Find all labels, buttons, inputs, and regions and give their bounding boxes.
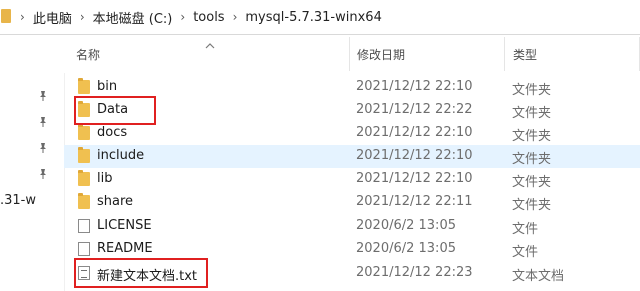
- breadcrumb-local-disk[interactable]: 本地磁盘 (C:): [93, 8, 173, 27]
- file-name: LICENSE: [97, 218, 152, 233]
- file-type: 文件夹: [512, 175, 552, 190]
- navigation-pane: .31-w: [0, 35, 65, 291]
- address-bar[interactable]: › 此电脑 › 本地磁盘 (C:) › tools › mysql-5.7.31…: [0, 0, 640, 35]
- file-type: 文本文档: [512, 269, 565, 284]
- column-date[interactable]: 修改日期: [357, 46, 405, 63]
- folder-icon: [78, 78, 90, 94]
- pin-icon[interactable]: [37, 116, 49, 128]
- file-date: 2021/12/12 22:10: [356, 79, 473, 94]
- file-name: share: [97, 194, 134, 209]
- file-row[interactable]: 新建文本文档.txt 2021/12/12 22:23 文本文档: [64, 262, 640, 285]
- breadcrumb-separator: ›: [20, 10, 25, 24]
- file-type: 文件夹: [512, 106, 552, 121]
- file-date: 2021/12/12 22:11: [356, 194, 473, 209]
- file-name: lib: [97, 171, 113, 186]
- file-row[interactable]: LICENSE 2020/6/2 13:05 文件: [64, 215, 640, 238]
- breadcrumb-separator: ›: [79, 10, 85, 24]
- file-type: 文件夹: [512, 152, 552, 167]
- breadcrumb-tools[interactable]: tools: [193, 10, 224, 25]
- column-divider[interactable]: [349, 37, 350, 71]
- pin-icon[interactable]: [37, 90, 49, 102]
- up-chevron-icon: [205, 35, 215, 49]
- folder-icon: [78, 101, 90, 117]
- file-row[interactable]: README 2020/6/2 13:05 文件: [64, 238, 640, 261]
- breadcrumb-mysql[interactable]: mysql-5.7.31-winx64: [245, 10, 381, 25]
- file-icon: [78, 219, 90, 233]
- column-name[interactable]: 名称: [76, 46, 100, 63]
- file-row[interactable]: bin 2021/12/12 22:10 文件夹: [64, 76, 640, 99]
- file-row[interactable]: Data 2021/12/12 22:22 文件夹: [64, 99, 640, 122]
- pin-icon[interactable]: [37, 168, 49, 180]
- file-name: README: [97, 241, 153, 256]
- file-date: 2021/12/12 22:22: [356, 102, 473, 117]
- column-header: 名称 修改日期 类型: [64, 35, 640, 73]
- file-name: docs: [97, 125, 128, 140]
- nav-item-label[interactable]: .31-w: [0, 193, 36, 208]
- folder-icon: [78, 170, 90, 186]
- file-type: 文件夹: [512, 83, 552, 98]
- breadcrumb-separator: ›: [232, 10, 238, 24]
- file-row[interactable]: share 2021/12/12 22:11 文件夹: [64, 191, 640, 214]
- breadcrumb-separator: ›: [180, 10, 186, 24]
- column-type[interactable]: 类型: [513, 46, 537, 63]
- folder-icon: [78, 193, 90, 209]
- file-date: 2021/12/12 22:10: [356, 148, 473, 163]
- folder-icon: [78, 124, 90, 140]
- file-type: 文件夹: [512, 129, 552, 144]
- breadcrumb-this-pc[interactable]: 此电脑: [33, 8, 72, 27]
- folder-icon: [78, 147, 90, 163]
- pin-icon[interactable]: [37, 142, 49, 154]
- file-date: 2020/6/2 13:05: [356, 218, 456, 233]
- folder-icon: [1, 9, 11, 23]
- file-date: 2021/12/12 22:10: [356, 125, 473, 140]
- text-document-icon: [78, 266, 90, 280]
- file-type: 文件: [512, 222, 539, 237]
- file-name: 新建文本文档.txt: [97, 269, 198, 284]
- file-name: bin: [97, 79, 118, 94]
- column-divider[interactable]: [504, 37, 505, 71]
- file-row-hovered[interactable]: include 2021/12/12 22:10 文件夹: [64, 145, 640, 168]
- file-type: 文件夹: [512, 198, 552, 213]
- file-row[interactable]: lib 2021/12/12 22:10 文件夹: [64, 168, 640, 191]
- file-row[interactable]: docs 2021/12/12 22:10 文件夹: [64, 122, 640, 145]
- file-name: include: [97, 148, 145, 163]
- file-date: 2020/6/2 13:05: [356, 241, 456, 256]
- file-type: 文件: [512, 245, 539, 260]
- file-date: 2021/12/12 22:23: [356, 265, 473, 280]
- file-name: Data: [97, 102, 129, 117]
- file-icon: [78, 242, 90, 256]
- file-date: 2021/12/12 22:10: [356, 171, 473, 186]
